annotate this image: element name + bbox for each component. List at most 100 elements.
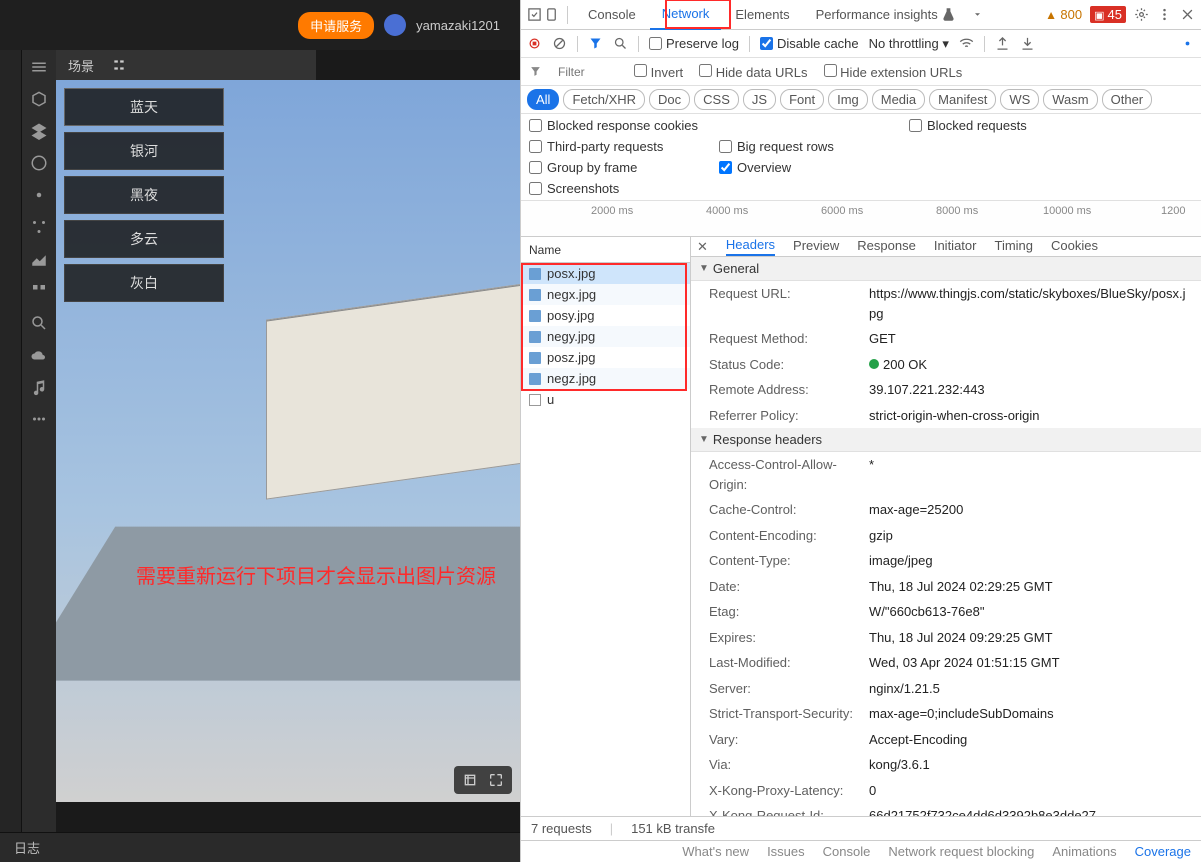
tab-headers[interactable]: Headers [726,237,775,256]
node-icon[interactable] [30,218,48,236]
avatar[interactable] [384,14,406,36]
drawer-whatsnew[interactable]: What's new [682,844,749,859]
red-annotation: 需要重新运行下项目才会显示出图片资源 [136,560,496,589]
big-rows-check[interactable]: Big request rows [719,139,1069,154]
record-icon[interactable] [527,36,542,51]
open-icon[interactable] [462,772,478,788]
chip-other[interactable]: Other [1102,89,1153,110]
kebab-icon[interactable] [1157,7,1172,22]
group-frame-check[interactable]: Group by frame [529,160,689,175]
list-item[interactable]: posx.jpg [521,263,690,284]
wifi-icon[interactable] [959,36,974,51]
tab-console[interactable]: Console [576,0,648,30]
viewport-corner-tools [454,766,512,794]
section-general[interactable]: ▼General [691,257,1201,281]
overview-check[interactable]: Overview [719,160,1069,175]
chip-media[interactable]: Media [872,89,925,110]
chip-img[interactable]: Img [828,89,868,110]
log-bar[interactable]: 日志 [0,832,520,862]
list-item[interactable]: negy.jpg [521,326,690,347]
hide-ext-check[interactable]: Hide extension URLs [824,64,963,80]
sky-btn-bluesky[interactable]: 蓝天 [64,88,224,126]
list-item[interactable]: u [521,389,690,410]
screenshots-check[interactable]: Screenshots [529,181,689,196]
upload-icon[interactable] [995,36,1010,51]
chip-ws[interactable]: WS [1000,89,1039,110]
globe-icon[interactable] [30,154,48,172]
more-tabs-icon[interactable] [970,7,985,22]
error-badge[interactable]: ▣ 45 [1090,6,1126,23]
invert-check[interactable]: Invert [634,64,683,80]
clear-icon[interactable] [552,36,567,51]
settings-icon[interactable] [30,186,48,204]
scene-tab[interactable]: 场景 [68,56,94,75]
throttling-select[interactable]: No throttling ▾ [869,36,949,52]
request-count: 7 requests [531,821,592,836]
inspect-icon[interactable] [527,7,542,22]
list-item[interactable]: negx.jpg [521,284,690,305]
chip-manifest[interactable]: Manifest [929,89,996,110]
fullscreen-icon[interactable] [488,772,504,788]
chip-css[interactable]: CSS [694,89,739,110]
tab-timing[interactable]: Timing [994,238,1033,255]
req-list-header[interactable]: Name [521,237,690,263]
tab-initiator[interactable]: Initiator [934,238,977,255]
hierarchy-icon[interactable] [112,58,126,72]
layers-icon[interactable] [30,122,48,140]
chip-js[interactable]: JS [743,89,776,110]
third-party-check[interactable]: Third-party requests [529,139,689,154]
blocked-cookies-check[interactable]: Blocked response cookies [529,118,879,133]
disable-cache-check[interactable]: Disable cache [760,36,859,51]
chip-all[interactable]: All [527,89,559,110]
device-icon[interactable] [544,7,559,22]
drawer-issues[interactable]: Issues [767,844,805,859]
filter-input[interactable] [558,65,618,79]
gear-icon[interactable] [1134,7,1149,22]
warning-badge[interactable]: ▲ 800 [1045,7,1082,22]
list-item[interactable]: posy.jpg [521,305,690,326]
chart-icon[interactable] [30,250,48,268]
download-icon[interactable] [1020,36,1035,51]
options-grid: Blocked response cookies Blocked request… [521,114,1201,201]
viewport-3d[interactable]: 蓝天 银河 黑夜 多云 灰白 需要重新运行下项目才会显示出图片资源 [56,80,520,802]
cloud-icon[interactable] [30,346,48,364]
list-item[interactable]: posz.jpg [521,347,690,368]
tab-cookies[interactable]: Cookies [1051,238,1098,255]
settings2-icon[interactable] [1180,36,1195,51]
tab-elements[interactable]: Elements [723,0,801,30]
drawer-blocking[interactable]: Network request blocking [888,844,1034,859]
close-detail-icon[interactable]: ✕ [697,239,708,255]
sky-btn-night[interactable]: 黑夜 [64,176,224,214]
tab-response[interactable]: Response [857,238,916,255]
apply-service-button[interactable]: 申请服务 [298,12,374,39]
drawer-coverage[interactable]: Coverage [1135,844,1191,859]
drawer-anim[interactable]: Animations [1052,844,1116,859]
filter-icon[interactable] [588,36,603,51]
tab-preview[interactable]: Preview [793,238,839,255]
preserve-log-check[interactable]: Preserve log [649,36,739,51]
drawer-console[interactable]: Console [823,844,871,859]
grid-icon[interactable] [30,282,48,300]
blocked-req-check[interactable]: Blocked requests [909,118,1069,133]
kv-row: Etag:W/"660cb613-76e8" [691,599,1201,625]
sky-btn-galaxy[interactable]: 银河 [64,132,224,170]
menu-icon[interactable] [30,58,48,76]
chip-font[interactable]: Font [780,89,824,110]
list-item[interactable]: negz.jpg [521,368,690,389]
music-icon[interactable] [30,378,48,396]
chip-wasm[interactable]: Wasm [1043,89,1097,110]
devtools-tabbar: Console Network Elements Performance ins… [521,0,1201,30]
timeline[interactable]: 2000 ms 4000 ms 6000 ms 8000 ms 10000 ms… [521,201,1201,237]
hide-data-check[interactable]: Hide data URLs [699,64,807,80]
tab-perf[interactable]: Performance insights [804,0,969,30]
network-main: Name posx.jpg negx.jpg posy.jpg negy.jpg… [521,237,1201,816]
close-icon[interactable] [1180,7,1195,22]
sky-btn-cloudy[interactable]: 多云 [64,220,224,258]
section-response-headers[interactable]: ▼Response headers [691,428,1201,452]
search-icon[interactable] [30,314,48,332]
more-icon[interactable] [30,410,48,428]
chip-fetch[interactable]: Fetch/XHR [563,89,645,110]
cube-icon[interactable] [30,90,48,108]
chip-doc[interactable]: Doc [649,89,690,110]
search2-icon[interactable] [613,36,628,51]
